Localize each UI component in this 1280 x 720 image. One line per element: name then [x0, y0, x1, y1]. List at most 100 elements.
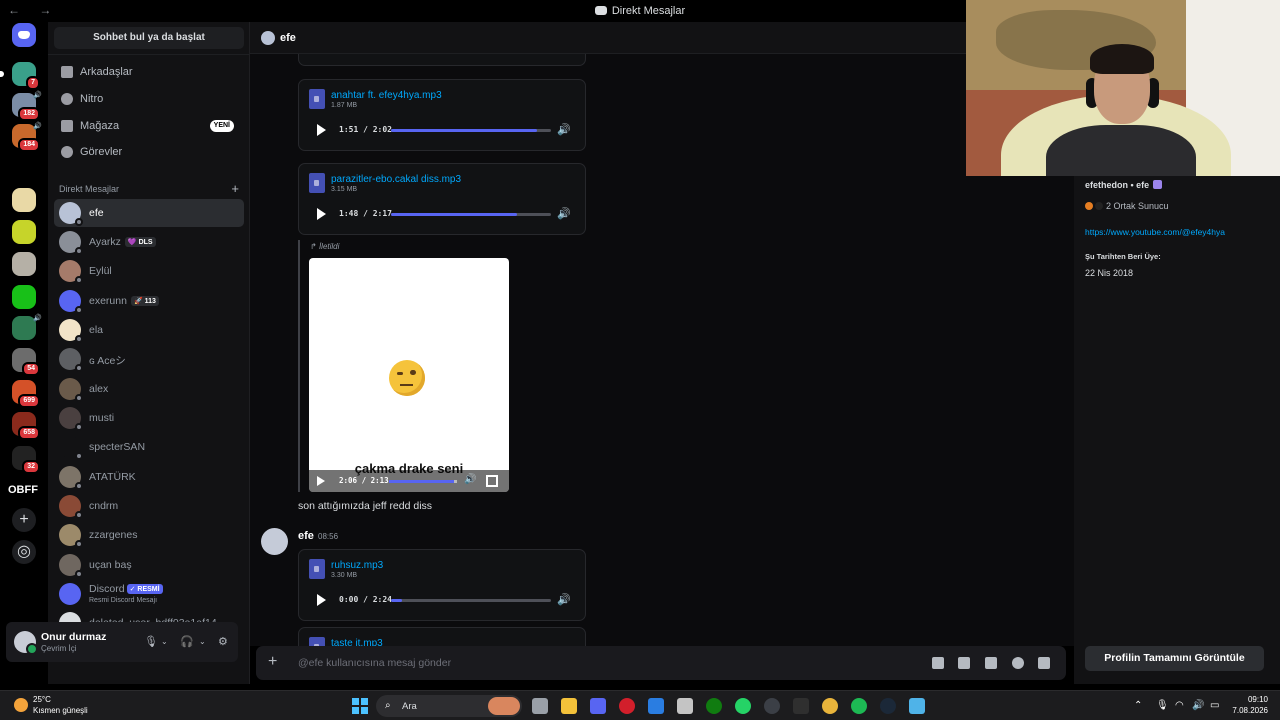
server-icon[interactable]: 🔊 182 [12, 92, 42, 121]
microphone-icon[interactable]: 🎙 [144, 635, 158, 648]
server-icon[interactable]: 7 [0, 62, 40, 90]
server-icon[interactable] [12, 158, 36, 170]
nav-friends[interactable]: Arkadaşlar [54, 60, 244, 84]
dm-item[interactable]: cndrm [54, 492, 244, 520]
battery-icon[interactable]: ▭ [1210, 700, 1219, 711]
weather-condition[interactable]: Kısmen güneşli [33, 706, 88, 715]
view-full-profile-button[interactable]: Profilin Tamamını Görüntüle [1085, 646, 1264, 671]
create-dm-icon[interactable]: + [231, 181, 239, 196]
user-avatar[interactable] [14, 631, 38, 655]
dm-item[interactable]: ela [54, 316, 244, 344]
clock-time[interactable]: 09:10 [1232, 695, 1268, 704]
headphones-icon[interactable]: 🎧 [180, 635, 194, 648]
server-icon[interactable] [12, 220, 36, 244]
emoji-icon[interactable] [1012, 657, 1024, 669]
clock-date[interactable]: 7.08.2026 [1226, 706, 1268, 715]
dm-item[interactable]: specterSAN [54, 433, 244, 461]
server-icon[interactable] [12, 252, 36, 276]
volume-icon[interactable]: 🔊 [557, 207, 571, 220]
epic-games-icon[interactable] [793, 698, 809, 714]
volume-icon[interactable]: 🔊 [557, 123, 571, 136]
gear-icon[interactable]: ⚙ [218, 635, 228, 648]
app-icon[interactable] [764, 698, 780, 714]
attachment-link[interactable]: taste it.mp3 [331, 638, 383, 646]
attachment-link[interactable]: parazitler-ebo.cakal diss.mp3 [331, 174, 461, 185]
sticker-icon[interactable] [985, 657, 997, 669]
file-explorer-icon[interactable] [561, 698, 577, 714]
weather-icon[interactable] [14, 698, 28, 712]
message-avatar[interactable] [261, 528, 288, 555]
taskbar-search[interactable]: ⌕ Ara [376, 695, 522, 717]
whatsapp-icon[interactable] [735, 698, 751, 714]
notepad-icon[interactable] [909, 698, 925, 714]
attachment-link[interactable]: ruhsuz.mp3 [331, 560, 383, 571]
chevron-down-icon[interactable]: ⌄ [161, 637, 168, 646]
video-seek-bar[interactable] [389, 480, 457, 483]
server-icon[interactable]: 🔊 184 [12, 123, 42, 152]
dm-item[interactable]: exerunn 🚀 113 [54, 287, 244, 315]
server-icon[interactable]: 🔊 [12, 315, 42, 340]
add-attachment-icon[interactable]: + [268, 653, 277, 671]
server-icon[interactable]: 658 [12, 412, 40, 440]
server-icon[interactable]: 32 [12, 446, 40, 474]
member-since-label: Şu Tarihten Beri Üye: [1085, 252, 1161, 261]
server-obff[interactable]: OBFF [8, 484, 38, 496]
xbox-icon[interactable] [706, 698, 722, 714]
play-icon[interactable] [317, 476, 325, 486]
dm-item-efe[interactable]: efe [54, 199, 244, 227]
audio-seek-bar[interactable] [391, 129, 551, 132]
steam-icon[interactable] [880, 698, 896, 714]
volume-icon[interactable]: 🔊 [464, 474, 476, 485]
volume-icon[interactable]: 🔊 [1192, 700, 1204, 711]
opera-icon[interactable] [619, 698, 635, 714]
server-icon[interactable]: 54 [12, 348, 40, 376]
discord-app-icon[interactable] [590, 698, 606, 714]
dm-item[interactable]: ATATÜRK [54, 463, 244, 491]
dm-item[interactable]: musti [54, 404, 244, 432]
message-author[interactable]: efe [298, 530, 314, 542]
play-icon[interactable] [317, 208, 326, 220]
wifi-icon[interactable]: ◠ [1175, 700, 1184, 711]
store-icon[interactable] [677, 698, 693, 714]
nav-shop[interactable]: Mağaza YENİ [54, 114, 244, 138]
chevron-down-icon[interactable]: ⌄ [199, 637, 206, 646]
profile-link[interactable]: https://www.youtube.com/@efey4hya [1085, 227, 1225, 237]
mutual-servers[interactable]: 2 Ortak Sunucu [1085, 201, 1169, 211]
volume-icon[interactable]: 🔊 [557, 593, 571, 606]
play-icon[interactable] [317, 594, 326, 606]
dm-item-discord[interactable]: Discord ✓ RESMİ Resmi Discord Mesajı [54, 580, 244, 608]
mail-icon[interactable] [648, 698, 664, 714]
audio-seek-bar[interactable] [391, 213, 551, 216]
spotify-icon[interactable] [851, 698, 867, 714]
chrome-icon[interactable] [822, 698, 838, 714]
dm-item[interactable]: Eylül [54, 257, 244, 285]
apps-icon[interactable] [1038, 657, 1050, 669]
dm-item[interactable]: zzargenes [54, 521, 244, 549]
microphone-icon[interactable]: 🎙 [1156, 700, 1169, 711]
chevron-up-icon[interactable]: ⌃ [1134, 700, 1142, 711]
server-icon[interactable]: 699 [12, 380, 40, 408]
play-icon[interactable] [317, 124, 326, 136]
attachment-link[interactable]: anahtar ft. efey4hya.mp3 [331, 90, 442, 101]
audio-seek-bar[interactable] [391, 599, 551, 602]
dm-item[interactable]: uçan baş [54, 551, 244, 579]
start-button[interactable] [352, 698, 368, 714]
add-server-button[interactable]: + [12, 508, 36, 532]
server-icon[interactable] [12, 285, 36, 309]
dm-item[interactable]: alex [54, 375, 244, 403]
find-conversation-button[interactable]: Sohbet bul ya da başlat [54, 27, 244, 49]
video-attachment[interactable]: çakma drake seni 2:06 / 2:13 🔊 [309, 258, 509, 492]
nav-quests[interactable]: Görevler [54, 140, 244, 164]
message-input[interactable]: @efe kullanıcısına mesaj gönder [298, 657, 451, 669]
dm-item[interactable]: Ayarkz 💜 DLS [54, 228, 244, 256]
weather-temp[interactable]: 25°C [33, 695, 51, 704]
home-button[interactable] [12, 23, 36, 47]
task-view-icon[interactable] [532, 698, 548, 714]
gift-icon[interactable] [932, 657, 944, 669]
dm-item[interactable]: ɢ Aceシ [54, 345, 244, 373]
fullscreen-icon[interactable] [486, 475, 498, 487]
gif-icon[interactable] [958, 657, 970, 669]
nav-nitro[interactable]: Nitro [54, 87, 244, 111]
server-icon[interactable] [12, 188, 36, 212]
discover-button[interactable]: ◎ [12, 540, 36, 564]
